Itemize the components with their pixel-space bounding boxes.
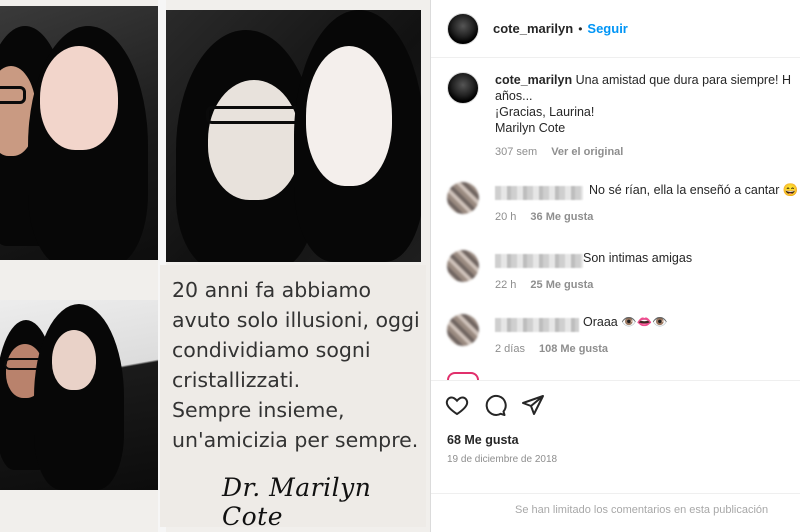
post-sidebar: cote_marilyn • Seguir cote_marilyn Una a… xyxy=(430,0,800,532)
header-username[interactable]: cote_marilyn xyxy=(493,21,573,36)
caption-card: 20 anni fa abbiamo avuto solo illusioni,… xyxy=(160,265,426,531)
avatar[interactable] xyxy=(447,372,479,380)
avatar[interactable] xyxy=(447,182,479,214)
caption-line: condividiamo sogni xyxy=(172,338,371,362)
post-image[interactable]: 20 anni fa abbiamo avuto solo illusioni,… xyxy=(0,0,430,532)
face-shape xyxy=(208,80,300,200)
photo-top-left xyxy=(0,6,158,260)
comment-time[interactable]: 22 h xyxy=(495,279,516,291)
likes-count[interactable]: 68 Me gusta xyxy=(447,433,519,447)
comment-likes[interactable]: 36 Me gusta xyxy=(530,211,593,223)
avatar[interactable] xyxy=(447,72,479,104)
avatar[interactable] xyxy=(447,250,479,282)
post-header: cote_marilyn • Seguir xyxy=(431,0,800,58)
follow-button[interactable]: Seguir xyxy=(587,21,627,36)
avatar[interactable] xyxy=(447,314,479,346)
caption-text: ¡Gracias, Laurina! xyxy=(495,105,595,119)
caption-text: Marilyn Cote xyxy=(495,121,566,135)
caption-line: un'amicizia per sempre. xyxy=(172,428,419,452)
glasses-shape xyxy=(206,106,302,124)
signature: Dr. Marilyn Cote xyxy=(222,473,372,531)
caption-line: 20 anni fa abbiamo xyxy=(172,278,372,302)
caption-text: Una amistad que dura para siempre! H xyxy=(575,73,791,87)
caption-image-text: 20 anni fa abbiamo avuto solo illusioni,… xyxy=(172,275,424,455)
redacted-username xyxy=(495,186,583,200)
caption-text: años... xyxy=(495,89,533,103)
comments-limited-notice: Se han limitado los comentarios en esta … xyxy=(431,493,800,516)
caption-username[interactable]: cote_marilyn xyxy=(495,73,572,87)
glasses-shape xyxy=(0,86,26,104)
comment-time[interactable]: 2 días xyxy=(495,343,525,355)
avatar[interactable] xyxy=(447,12,479,45)
comment-likes[interactable]: 108 Me gusta xyxy=(539,343,608,355)
share-icon[interactable] xyxy=(521,393,545,417)
comment-icon[interactable] xyxy=(483,393,507,417)
redacted-username xyxy=(495,318,579,332)
post-actions: 68 Me gusta 19 de diciembre de 2018 Se h… xyxy=(431,380,800,532)
photo-top-right xyxy=(166,10,421,262)
post-date: 19 de diciembre de 2018 xyxy=(447,454,558,465)
comment-item: No sé rían, ella la enseñó a cantar 😄 20… xyxy=(447,180,800,236)
comment-time[interactable]: 20 h xyxy=(495,211,516,223)
face-shape xyxy=(40,46,118,150)
comment-text: Oraaa 👁️👄👁️ xyxy=(583,315,668,329)
heart-icon[interactable] xyxy=(445,393,469,417)
caption-line: Sempre insieme, xyxy=(172,398,345,422)
caption-line: avuto solo illusioni, oggi xyxy=(172,308,420,332)
see-original-link[interactable]: Ver el original xyxy=(551,146,623,158)
caption-line: cristallizzati. xyxy=(172,368,301,392)
comment-item: Son intimas amigas 22 h 25 Me gusta xyxy=(447,248,800,304)
redacted-username xyxy=(495,254,583,268)
face-shape xyxy=(52,330,96,390)
comment-likes[interactable]: 25 Me gusta xyxy=(530,279,593,291)
comment-text: No sé rían, ella la enseñó a cantar 😄 xyxy=(589,183,799,197)
face-shape xyxy=(306,46,392,186)
photo-bottom-left xyxy=(0,300,158,490)
comment-text: Son intimas amigas xyxy=(583,251,693,265)
caption-time[interactable]: 307 sem xyxy=(495,146,537,158)
comment-item: Oraaa 👁️👄👁️ 2 días 108 Me gusta xyxy=(447,312,800,368)
separator: • xyxy=(578,21,583,36)
